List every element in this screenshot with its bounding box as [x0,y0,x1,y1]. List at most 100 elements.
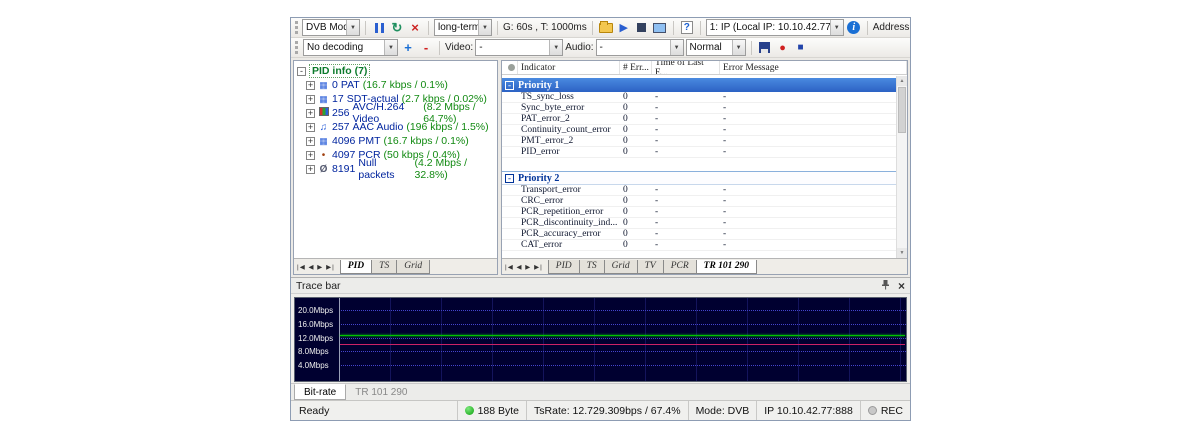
right-tab-pid[interactable]: PID [548,260,580,274]
section-collapse-icon[interactable]: - [505,81,514,90]
chevron-down-icon[interactable]: ▼ [346,20,359,35]
tree-item-pat[interactable]: + ▦ 0 PAT (16.7 kbps / 0.1%) [297,78,497,92]
expand-icon[interactable]: + [306,137,315,146]
indicator-column-header[interactable]: Indicator [518,61,620,74]
save-button[interactable] [757,40,773,56]
table-row[interactable]: PID_error0-- [502,147,907,158]
expand-icon[interactable]: + [306,109,315,118]
stop-button[interactable] [634,20,650,36]
table-row[interactable]: TS_sync_loss0-- [502,92,907,103]
add-icon[interactable]: + [400,40,416,56]
close-icon[interactable]: × [898,279,905,293]
y-axis-label: 20.0Mbps [298,306,338,315]
table-row[interactable]: PCR_repetition_error0-- [502,207,907,218]
tab-tr101290[interactable]: TR 101 290 [346,384,416,400]
collapse-icon[interactable]: - [297,67,306,76]
status-bytes: 188 Byte [457,401,526,420]
table-row[interactable]: PCR_accuracy_error0-- [502,229,907,240]
tab-nav-buttons[interactable]: |◀ ◀ ▶ ▶| [505,263,543,271]
info-button[interactable]: i [846,20,862,36]
toolbar-grip[interactable] [295,21,298,34]
chevron-down-icon[interactable]: ▼ [830,20,843,35]
expand-icon[interactable]: + [306,123,315,132]
tab-nav-buttons[interactable]: |◀ ◀ ▶ ▶| [297,263,335,271]
error-count: 0 [620,103,652,113]
left-tab-pid[interactable]: PID [340,260,372,274]
tree-item-pmt[interactable]: + ▦ 4096 PMT (16.7 kbps / 0.1%) [297,134,497,148]
scroll-down-icon[interactable]: ▼ [897,248,907,258]
tab-bitrate[interactable]: Bit-rate [294,384,346,400]
record-icon[interactable]: ● [775,40,791,56]
audio-select[interactable]: - ▼ [596,39,684,56]
stop-record-icon[interactable]: ■ [793,40,809,56]
decoding-select[interactable]: No decoding ▼ [303,39,398,56]
expand-icon[interactable]: + [306,165,315,174]
help-button[interactable]: ? [679,20,695,36]
term-select[interactable]: long-term ▼ [434,19,492,36]
tree-root[interactable]: - PID info (7) [297,64,497,78]
right-tab-pcr[interactable]: PCR [663,260,697,274]
expand-icon[interactable]: + [306,95,315,104]
table-row[interactable]: Sync_byte_error0-- [502,103,907,114]
refresh-icon[interactable]: ↻ [389,20,405,36]
axis-separator [339,298,340,381]
stop-analysis-icon[interactable]: × [407,20,423,36]
chevron-down-icon[interactable]: ▼ [670,40,683,55]
toolbar-grip[interactable] [295,41,299,54]
input-source-select[interactable]: 1: IP (Local IP: 10.10.42.77) ▼ [706,19,844,36]
quality-select[interactable]: Normal ▼ [686,39,746,56]
toolbar-main: DVB Mode ▼ ↻ × long-term ▼ G: 60s , T: 1… [291,18,910,38]
pin-icon[interactable] [881,279,890,293]
expand-icon[interactable]: + [306,81,315,90]
scroll-up-icon[interactable]: ▲ [897,76,907,86]
mode-select[interactable]: DVB Mode ▼ [302,19,360,36]
table-row[interactable]: PCR_discontinuity_ind...0-- [502,218,907,229]
table-row[interactable]: CAT_error0-- [502,240,907,251]
remove-icon[interactable]: - [418,40,434,56]
priority1-header[interactable]: - Priority 1 [502,78,907,92]
pause-button[interactable] [371,20,387,36]
video-select[interactable]: - ▼ [475,39,563,56]
table-row[interactable]: Continuity_count_error0-- [502,125,907,136]
error-count: 0 [620,114,652,124]
chevron-down-icon[interactable]: ▼ [478,20,491,35]
chevron-down-icon[interactable]: ▼ [549,40,562,55]
open-file-button[interactable] [598,20,614,36]
tree-item-audio[interactable]: + ♫ 257 AAC Audio (196 kbps / 1.5%) [297,120,497,134]
toolbar-separator [751,41,752,55]
left-tab-grid[interactable]: Grid [396,260,430,274]
tree-item-null[interactable]: + Ø 8191 Null packets (4.2 Mbps / 32.8%) [297,162,497,176]
time-column-header[interactable]: Time of Last E... [652,61,720,74]
pid-number: 4097 [332,149,355,161]
right-tab-grid[interactable]: Grid [604,260,638,274]
root-text: PID info [312,65,352,77]
indicator-name: CRC_error [518,196,620,206]
play-icon[interactable]: ▶ [616,20,632,36]
expand-icon[interactable]: + [306,151,315,160]
right-tab-tv[interactable]: TV [637,260,664,274]
section-collapse-icon[interactable]: - [505,174,514,183]
message-column-header[interactable]: Error Message [720,61,907,74]
info-icon: i [847,21,860,34]
chevron-down-icon[interactable]: ▼ [732,40,745,55]
scrollbar-thumb[interactable] [898,87,906,133]
error-message: - [720,147,907,157]
right-tab-tr101290[interactable]: TR 101 290 [696,260,757,274]
pid-number: 256 [332,107,350,119]
table-row[interactable]: CRC_error0-- [502,196,907,207]
monitor-button[interactable] [652,20,668,36]
chevron-down-icon[interactable]: ▼ [384,40,397,55]
last-error-time: - [652,196,720,206]
status-column-header[interactable] [502,61,518,74]
table-row[interactable]: PAT_error_20-- [502,114,907,125]
errors-column-header[interactable]: # Err... [620,61,652,74]
tree-item-video[interactable]: + 256 AVC/H.264 Video (8.2 Mbps / 64.7%) [297,106,497,120]
table-row[interactable]: Transport_error0-- [502,185,907,196]
error-message: - [720,218,907,228]
table-row[interactable]: PMT_error_20-- [502,136,907,147]
priority2-header[interactable]: - Priority 2 [502,171,907,185]
vertical-scrollbar[interactable]: ▲ ▼ [896,76,907,258]
right-tab-ts[interactable]: TS [579,260,605,274]
indicator-name: PAT_error_2 [518,114,620,124]
left-tab-ts[interactable]: TS [371,260,397,274]
